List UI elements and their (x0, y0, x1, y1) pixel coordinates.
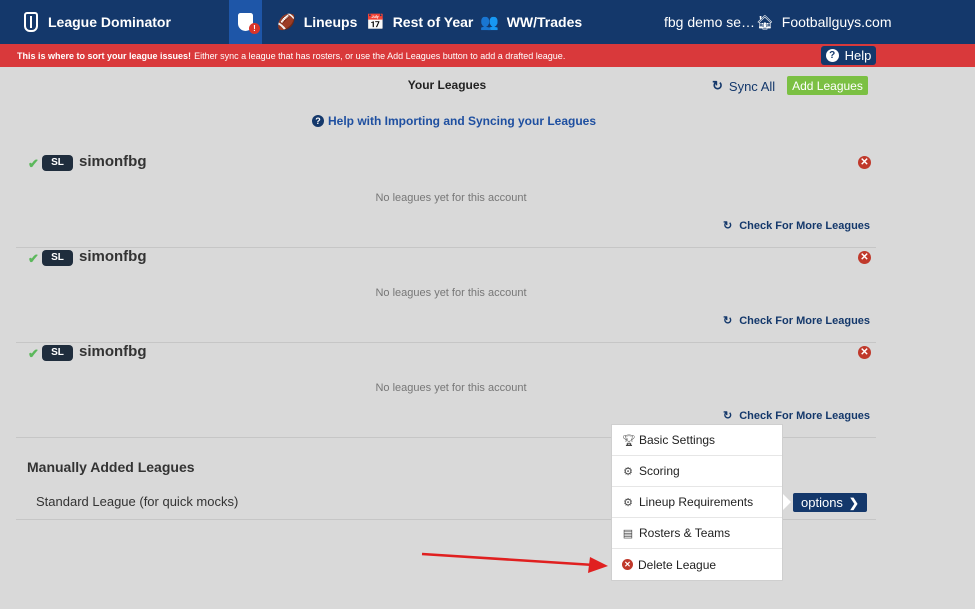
nav-ww-trades-label: WW/Trades (506, 14, 583, 30)
menu-item-label: Delete League (638, 557, 717, 572)
menu-item-label: Scoring (639, 464, 680, 478)
import-help-label: Help with Importing and Syncing your Lea… (328, 114, 597, 128)
check-icon: ✔ (28, 251, 39, 266)
calendar-icon: 📅 (366, 14, 385, 31)
site-link-label: Footballguys.com (781, 14, 892, 30)
menu-item-delete-league[interactable]: ✕ Delete League (612, 549, 782, 580)
menu-item-lineup-requirements[interactable]: ⚙ Lineup Requirements (612, 487, 782, 518)
brand-name: League Dominator (48, 14, 171, 30)
check-more-label: Check For More Leagues (739, 409, 871, 422)
add-user-icon: 👥 (480, 14, 499, 31)
sync-all-button[interactable]: ↻ Sync All (712, 78, 775, 94)
menu-item-basic-settings[interactable]: 🏆︎ Basic Settings (612, 425, 782, 456)
trophy-icon: 🏆︎ (622, 434, 636, 447)
annotation-arrow (421, 552, 608, 573)
nav-rest-of-year[interactable]: 📅 Rest of Year (366, 0, 473, 44)
clipboard-icon: ▤ (622, 527, 634, 540)
brand-link[interactable]: League Dominator (24, 0, 171, 44)
menu-item-label: Lineup Requirements (639, 495, 754, 509)
page-title: Your Leagues (407, 78, 487, 92)
account-menu[interactable]: fbg demo se… (664, 0, 755, 44)
delete-icon: ✕ (622, 559, 633, 570)
check-icon: ✔ (28, 156, 39, 171)
import-help-link[interactable]: ? Help with Importing and Syncing your L… (312, 114, 596, 128)
empty-message: No leagues yet for this account (375, 382, 527, 394)
menu-item-rosters-teams[interactable]: ▤ Rosters & Teams (612, 518, 782, 549)
menu-item-scoring[interactable]: ⚙ Scoring (612, 456, 782, 487)
sync-all-label: Sync All (728, 78, 776, 94)
shield-alert-icon: ! (238, 13, 260, 34)
check-more-label: Check For More Leagues (739, 314, 871, 327)
account-name: simonfbg (79, 248, 147, 265)
options-label: options (801, 495, 843, 510)
check-more-label: Check For More Leagues (739, 219, 871, 232)
options-button[interactable]: options ❯ (793, 493, 867, 512)
alert-banner: This is where to sort your league issues… (0, 44, 975, 67)
account-name: simonfbg (79, 153, 147, 170)
check-more-leagues-button[interactable]: ↻ Check For More Leagues (723, 314, 871, 328)
banner-message: This is where to sort your league issues… (17, 44, 565, 67)
gears-icon: ⚙ (623, 465, 633, 478)
nav-lineups[interactable]: 🏈 Lineups (277, 0, 357, 44)
help-button-label: Help (844, 48, 872, 63)
sleeper-badge: SL (42, 345, 73, 361)
manual-leagues-heading: Manually Added Leagues (27, 459, 195, 475)
sleeper-badge: SL (42, 155, 73, 171)
check-more-leagues-button[interactable]: ↻ Check For More Leagues (723, 409, 871, 423)
alert-count-badge: ! (249, 23, 260, 34)
nav-ww-trades[interactable]: 👥 WW/Trades (480, 0, 582, 44)
top-navbar: League Dominator ! 🏈 Lineups 📅 Rest of Y… (0, 0, 975, 44)
menu-item-label: Basic Settings (639, 433, 716, 447)
empty-message: No leagues yet for this account (375, 192, 527, 204)
empty-message: No leagues yet for this account (375, 287, 527, 299)
help-button[interactable]: ? Help (821, 46, 876, 65)
question-icon: ? (312, 115, 324, 127)
refresh-icon: ↻ (723, 410, 733, 422)
sleeper-badge: SL (42, 250, 73, 266)
home-icon: 🏠︎ (756, 13, 774, 30)
account-block: ✔ SL simonfbg ✕ No leagues yet for this … (16, 248, 876, 343)
gears-icon: ⚙ (623, 496, 633, 509)
league-name: Standard League (for quick mocks) (36, 494, 239, 509)
refresh-icon: ↻ (723, 220, 733, 232)
chevron-down-icon: ❯ (848, 495, 859, 510)
refresh-icon: ↻ (712, 78, 723, 93)
menu-pointer (783, 494, 791, 510)
question-icon: ? (825, 49, 839, 62)
options-dropdown-menu: 🏆︎ Basic Settings ⚙ Scoring ⚙ Lineup Req… (611, 424, 783, 581)
remove-account-icon[interactable]: ✕ (858, 346, 871, 359)
remove-account-icon[interactable]: ✕ (858, 156, 871, 169)
refresh-icon: ↻ (723, 315, 733, 327)
nav-lineups-label: Lineups (303, 14, 358, 30)
account-block: ✔ SL simonfbg ✕ No leagues yet for this … (16, 153, 876, 248)
football-icon: 🏈 (277, 14, 296, 31)
menu-item-label: Rosters & Teams (639, 526, 731, 540)
site-link[interactable]: 🏠︎ Footballguys.com (756, 0, 892, 44)
nav-rest-of-year-label: Rest of Year (392, 14, 474, 30)
banner-bold-text: This is where to sort your league issues… (17, 50, 192, 61)
remove-account-icon[interactable]: ✕ (858, 251, 871, 264)
brand-logo-icon (24, 12, 38, 32)
account-name: simonfbg (79, 343, 147, 360)
alerts-button[interactable]: ! (229, 0, 262, 44)
check-icon: ✔ (28, 346, 39, 361)
add-leagues-button[interactable]: Add Leagues (787, 76, 868, 95)
check-more-leagues-button[interactable]: ↻ Check For More Leagues (723, 219, 871, 233)
banner-text: Either sync a league that has rosters, o… (194, 50, 566, 61)
